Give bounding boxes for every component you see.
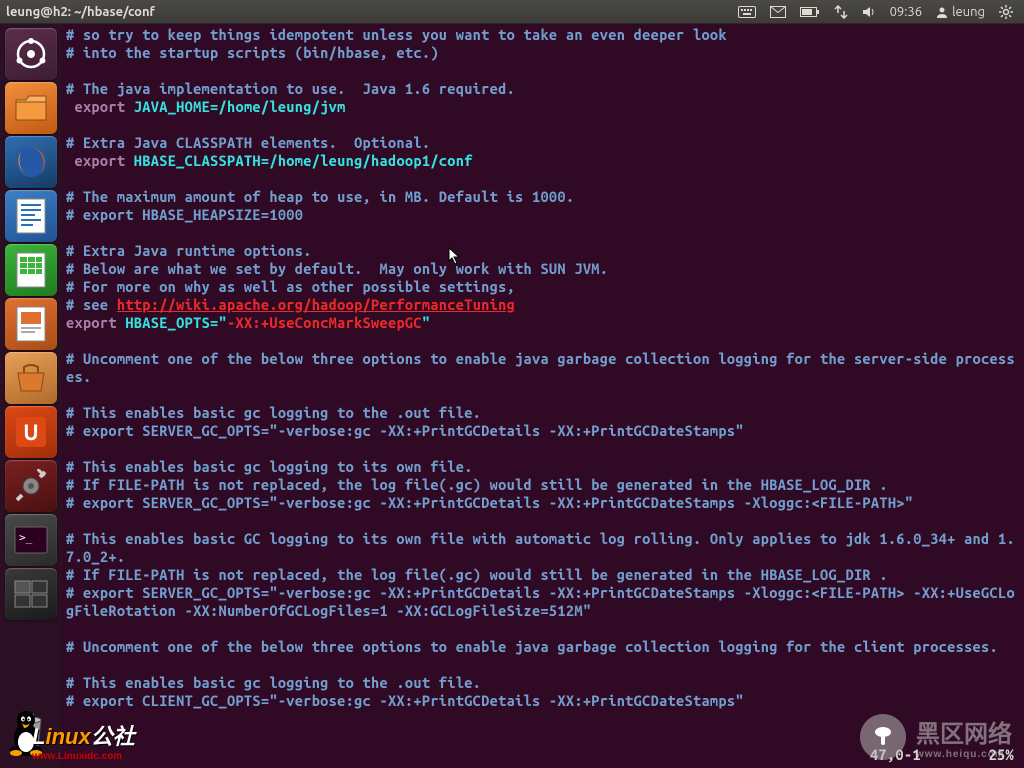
editor-line (66, 62, 1020, 80)
launcher-software[interactable] (5, 352, 57, 404)
editor-line: # export HBASE_HEAPSIZE=1000 (66, 206, 1020, 224)
svg-text:>_: >_ (19, 531, 33, 544)
launcher-calc[interactable] (5, 244, 57, 296)
editor-line: # If FILE-PATH is not replaced, the log … (66, 566, 1020, 584)
editor-line: # This enables basic GC logging to its o… (66, 530, 1020, 566)
editor-line: # export CLIENT_GC_OPTS="-verbose:gc -XX… (66, 692, 1020, 710)
gear-icon[interactable] (992, 5, 1020, 19)
launcher-settings[interactable] (5, 460, 57, 512)
launcher: U >_ (0, 24, 62, 768)
editor-line (66, 620, 1020, 638)
mouse-cursor (448, 247, 462, 267)
editor-line (66, 512, 1020, 530)
watermark-left: Linux公社 www.Linuxidc.com (4, 719, 107, 762)
editor-line (66, 224, 1020, 242)
editor-line: export JAVA_HOME=/home/leung/jvm (66, 98, 1020, 116)
editor-line: # into the startup scripts (bin/hbase, e… (66, 44, 1020, 62)
network-icon[interactable] (827, 5, 855, 19)
editor-line: # If FILE-PATH is not replaced, the log … (66, 476, 1020, 494)
launcher-ubuntu-one[interactable]: U (5, 406, 57, 458)
editor-line: # The maximum amount of heap to use, in … (66, 188, 1020, 206)
window-title: leung@h2: ~/hbase/conf (4, 5, 155, 19)
svg-text:U: U (23, 420, 38, 445)
editor-line: export HBASE_OPTS="-XX:+UseConcMarkSweep… (66, 314, 1020, 332)
editor-line: # export SERVER_GC_OPTS="-verbose:gc -XX… (66, 422, 1020, 440)
mail-icon[interactable] (763, 6, 793, 18)
editor-line: # Uncomment one of the below three optio… (66, 638, 1020, 656)
launcher-impress[interactable] (5, 298, 57, 350)
launcher-writer[interactable] (5, 190, 57, 242)
editor-line: # export SERVER_GC_OPTS="-verbose:gc -XX… (66, 584, 1020, 620)
keyboard-icon[interactable] (731, 6, 763, 18)
top-panel: leung@h2: ~/hbase/conf 09:36 leung (0, 0, 1024, 24)
editor-line: # The java implementation to use. Java 1… (66, 80, 1020, 98)
editor-line: # For more on why as well as other possi… (66, 278, 1020, 296)
editor-line: # export SERVER_GC_OPTS="-verbose:gc -XX… (66, 494, 1020, 512)
battery-icon[interactable] (793, 7, 827, 17)
editor-line: export HBASE_CLASSPATH=/home/leung/hadoo… (66, 152, 1020, 170)
editor-line (66, 656, 1020, 674)
launcher-firefox[interactable] (5, 136, 57, 188)
editor-line (66, 116, 1020, 134)
clock[interactable]: 09:36 (883, 5, 930, 19)
launcher-terminal[interactable]: >_ (5, 514, 57, 566)
editor-line: # This enables basic gc logging to the .… (66, 674, 1020, 692)
editor-line (66, 332, 1020, 350)
editor-line (66, 386, 1020, 404)
editor-line: # see http://wiki.apache.org/hadoop/Perf… (66, 296, 1020, 314)
launcher-workspaces[interactable] (5, 568, 57, 620)
editor-line: # This enables basic gc logging to its o… (66, 458, 1020, 476)
editor-line: # Extra Java runtime options. (66, 242, 1020, 260)
editor-line (66, 170, 1020, 188)
editor-line: # so try to keep things idempotent unles… (66, 26, 1020, 44)
watermark-right: 黑区网络 www.heiqu.com (860, 714, 1012, 760)
editor-line (66, 440, 1020, 458)
user-menu[interactable]: leung (929, 5, 992, 19)
volume-icon[interactable] (855, 5, 883, 19)
editor-line: # Extra Java CLASSPATH elements. Optiona… (66, 134, 1020, 152)
terminal-editor[interactable]: # so try to keep things idempotent unles… (62, 24, 1024, 768)
launcher-dash[interactable] (5, 28, 57, 80)
editor-line: # This enables basic gc logging to the .… (66, 404, 1020, 422)
editor-line: # Uncomment one of the below three optio… (66, 350, 1020, 386)
launcher-files[interactable] (5, 82, 57, 134)
editor-line: # Below are what we set by default. May … (66, 260, 1020, 278)
